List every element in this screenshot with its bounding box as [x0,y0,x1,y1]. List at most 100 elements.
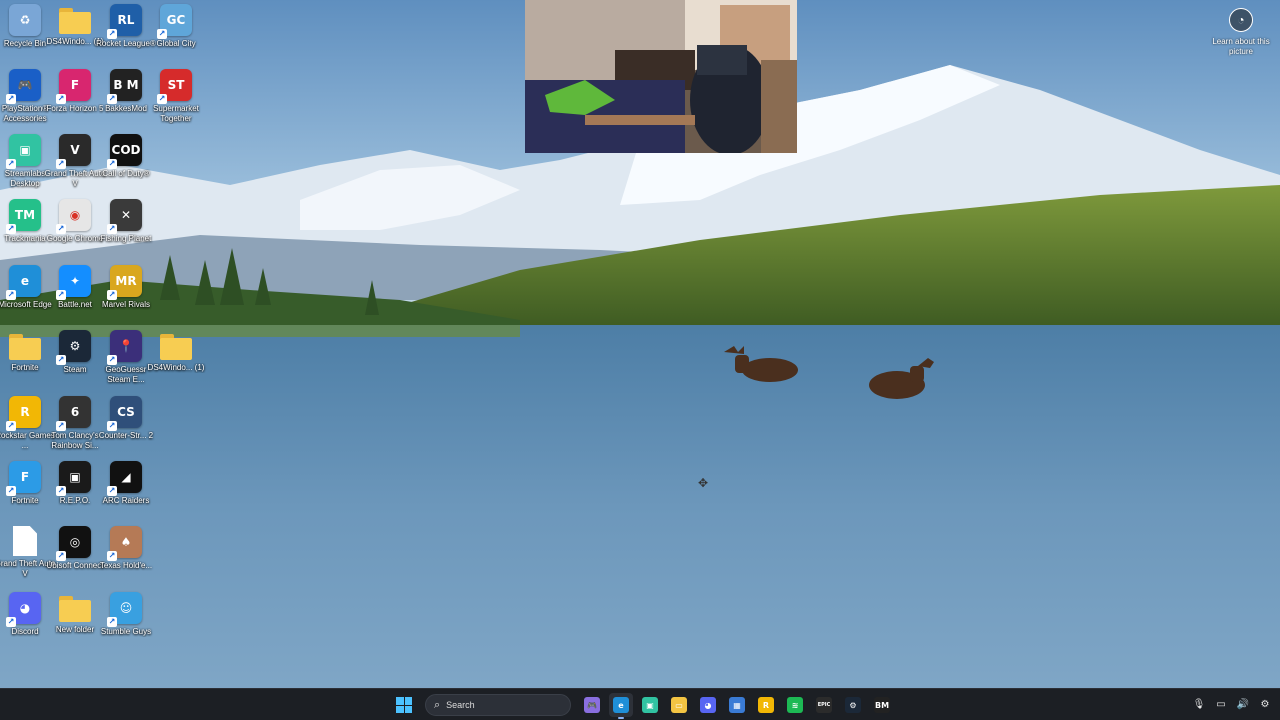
taskbar-apps: 🎮 e ▣ ▭ ◕ ▦ R ≋ EPIC ⚙ BM [580,693,894,719]
desktop-shortcut[interactable]: MR ↗ Marvel Rivals [101,265,151,329]
shortcut-arrow-icon: ↗ [6,617,16,627]
rockstar-app-icon: R [758,697,774,713]
mouse-cursor: ✥ [698,476,709,490]
taskbar-app-button[interactable]: ▭ [667,693,691,717]
learn-about-picture-button[interactable]: ◔ Learn about this picture [1210,8,1272,57]
gta-v-icon: V ↗ [56,134,91,169]
camera-icon: ◔ [1229,8,1253,32]
webcam-overlay [525,0,797,153]
taskbar-app-button[interactable]: BM [870,693,894,717]
texas-holdem-icon: ♠ ↗ [107,526,142,561]
steam-icon: ⚙ ↗ [56,330,91,365]
microphone-icon[interactable]: 🎙 [1192,698,1206,712]
rocket-league-icon: RL ↗ [107,4,142,39]
desktop-shortcut[interactable]: ◎ ↗ Ubisoft Connect [47,526,103,590]
desktop-shortcut[interactable]: ♠ ↗ Texas Hold'e... [100,526,152,590]
desktop-shortcut[interactable]: ▣ ↗ R.E.P.O. [50,461,100,525]
shortcut-arrow-icon: ↗ [56,159,66,169]
desktop-shortcut[interactable]: F ↗ Fortnite [0,461,50,525]
desktop-shortcut[interactable]: ☺ ↗ Stumble Guys [101,592,151,656]
shortcut-arrow-icon: ↗ [107,421,117,431]
desktop-shortcut[interactable]: 📍 ↗ GeoGuessr Steam E... [101,330,151,394]
edge-app-icon: e [613,697,629,713]
shortcut-arrow-icon: ↗ [6,224,16,234]
desktop-shortcut[interactable]: e ↗ Microsoft Edge [0,265,52,329]
desktop-icon-grid: ♻ Recycle Bin DS4Windo... (1) RL ↗ Rocket Lea… [0,0,210,688]
shortcut-arrow-icon: ↗ [157,29,167,39]
desktop-shortcut[interactable]: Grand Theft Auto V [0,526,55,590]
taskbar-app-button[interactable]: ▦ [725,693,749,717]
shortcut-arrow-icon: ↗ [56,290,66,300]
desktop-shortcut[interactable]: 6 ↗ Tom Clancy's Rainbow Si... [50,396,100,460]
desktop-shortcut[interactable]: COD ↗ Call of Duty® [101,134,151,198]
shortcut-arrow-icon: ↗ [107,290,117,300]
shortcut-arrow-icon: ↗ [107,224,117,234]
streamlabs-app-icon: ▣ [642,697,658,713]
notifications-icon[interactable]: ⚙ [1258,698,1272,712]
desktop-shortcut[interactable]: ✕ ↗ Fishing Planet [101,199,151,263]
shortcut-arrow-icon: ↗ [107,159,117,169]
shortcut-arrow-icon: ↗ [56,421,66,431]
desktop-shortcut[interactable]: RL ↗ Rocket League® [96,4,156,68]
taskbar-app-button[interactable]: EPIC [812,693,836,717]
epic-games-app-icon: EPIC [816,697,832,713]
desktop-shortcut[interactable]: GC ↗ Global City [151,4,201,68]
gamepad-app-icon: 🎮 [584,697,600,713]
search-input[interactable] [446,700,547,710]
desktop-shortcut[interactable]: F ↗ Forza Horizon 5 [47,69,103,133]
taskbar-app-button[interactable]: e [609,693,633,719]
desktop-shortcut[interactable]: ◉ ↗ Google Chrome [47,199,103,263]
volume-icon[interactable]: 🔊 [1236,698,1250,712]
folder-icon [59,8,91,34]
document-icon [13,526,37,556]
forza-horizon-icon: F ↗ [56,69,91,104]
taskbar-app-button[interactable]: ▣ [638,693,662,717]
desktop-shortcut[interactable]: DS4Windo... (1) [148,330,204,394]
desktop-shortcut[interactable]: TM ↗ Trackmania [0,199,50,263]
shortcut-arrow-icon: ↗ [6,290,16,300]
desktop-shortcut[interactable]: 🎮 ↗ PlayStation® Accessories [0,69,50,133]
desktop-shortcut[interactable]: V ↗ Grand Theft Auto V [45,134,105,198]
desktop-shortcut-label: Fishing Planet [100,234,152,243]
desktop-shortcut[interactable]: New folder [50,592,100,656]
counter-strike-icon: CS ↗ [107,396,142,431]
shortcut-arrow-icon: ↗ [157,94,167,104]
desktop-shortcut[interactable]: ⚙ ↗ Steam [50,330,100,394]
stumble-guys-icon: ☺ ↗ [107,592,142,627]
playstation-accessories-icon: 🎮 ↗ [6,69,41,104]
repo-icon: ▣ ↗ [56,461,91,496]
desktop-shortcut[interactable]: ♻ Recycle Bin [0,4,50,68]
search-icon: ⌕ [434,698,441,711]
discord-icon: ◕ ↗ [6,592,41,627]
network-icon[interactable]: ▭ [1214,698,1228,712]
desktop-shortcut[interactable]: DS4Windo... (1) [47,4,103,68]
shortcut-arrow-icon: ↗ [56,486,66,496]
shortcut-arrow-icon: ↗ [6,94,16,104]
desktop-shortcut-label: Stumble Guys [100,627,152,636]
taskbar-app-button[interactable]: ◕ [696,693,720,717]
global-city-icon: GC ↗ [157,4,192,39]
start-button[interactable] [392,693,416,717]
taskbar-app-button[interactable]: ⚙ [841,693,865,717]
shortcut-arrow-icon: ↗ [107,94,117,104]
taskbar-app-button[interactable]: ≋ [783,693,807,717]
taskbar-app-button[interactable]: 🎮 [580,693,604,717]
desktop-shortcut[interactable]: ◢ ↗ ARC Raiders [101,461,151,525]
shortcut-arrow-icon: ↗ [107,551,117,561]
desktop-shortcut-label: Texas Hold'e... [99,561,153,570]
taskbar-search[interactable]: ⌕ [425,694,571,716]
desktop-shortcut[interactable]: ST ↗ Supermarket Together [151,69,201,133]
shortcut-arrow-icon: ↗ [107,617,117,627]
desktop-shortcut[interactable]: Fortnite [0,330,50,394]
shortcut-arrow-icon: ↗ [6,159,16,169]
desktop-shortcut-label: Call of Duty® [102,169,150,178]
desktop-shortcut[interactable]: CS ↗ Counter-Str... 2 [99,396,153,460]
windows-logo-icon [396,697,412,713]
edge-icon: e ↗ [6,265,41,300]
zip-folder-icon [160,334,192,360]
taskbar-app-button[interactable]: R [754,693,778,717]
system-tray: 🎙 ▭ 🔊 ⚙ [1192,695,1272,715]
desktop-shortcut[interactable]: ✦ ↗ Battle.net [50,265,100,329]
desktop-shortcut[interactable]: ◕ ↗ Discord [0,592,50,656]
desktop-shortcut-label: ARC Raiders [102,496,150,505]
